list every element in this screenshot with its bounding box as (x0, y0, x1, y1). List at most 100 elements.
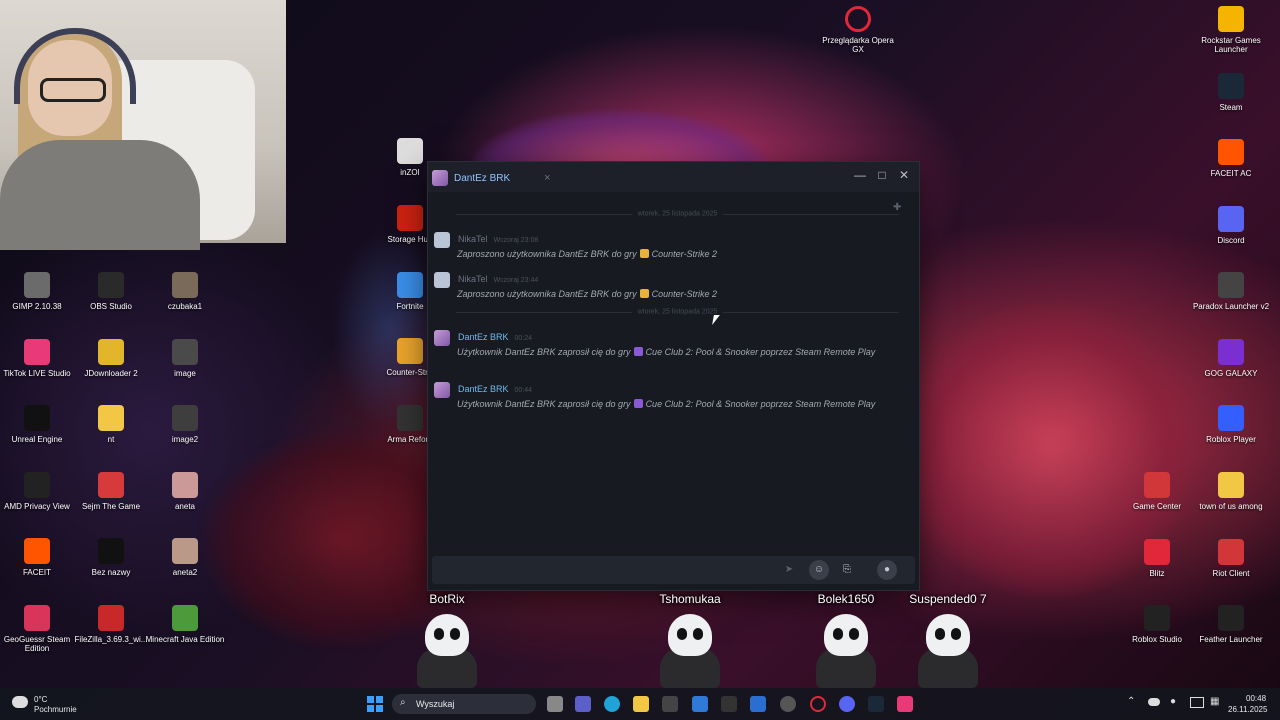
desktop-icon[interactable]: JDownloader 2 (71, 338, 151, 378)
send-icon[interactable]: ➤ (779, 560, 799, 580)
desktop-icon[interactable]: Feather Launcher (1191, 605, 1271, 644)
onedrive-icon[interactable] (1148, 698, 1160, 706)
desktop-icon[interactable]: AMD Privacy View (0, 471, 77, 511)
overlay-player: BotRix (397, 592, 497, 688)
amd-icon (24, 471, 50, 498)
store-icon[interactable] (662, 696, 678, 712)
desktop-icon[interactable]: Game Center (1117, 472, 1197, 511)
desktop-icon-label: Game Center (1132, 502, 1182, 511)
close-button[interactable]: ✕ (893, 166, 915, 184)
message-sender[interactable]: NikaTel Wczoraj 23:44 (458, 274, 538, 284)
desktop-icon-label: Rockstar Games Launcher (1201, 36, 1261, 54)
desktop-icon[interactable]: Unreal Engine (0, 405, 77, 444)
display-icon[interactable] (1190, 697, 1204, 708)
chat-input[interactable]: ➤ ☺ ⎘ ● (432, 556, 915, 584)
taskbar-search-input[interactable]: ⌕ Wyszukaj (392, 694, 536, 714)
network-icon[interactable]: ▦ (1210, 696, 1219, 707)
steam-taskbar-icon[interactable] (868, 696, 884, 712)
google-icon[interactable] (721, 696, 737, 712)
add-friend-icon[interactable]: ✚ (893, 202, 907, 214)
roblox-icon (1218, 405, 1244, 431)
desktop-icon-label: Riot Client (1212, 569, 1250, 578)
edge-icon[interactable] (604, 696, 620, 712)
message-sender[interactable]: DantEz BRK 00:24 (458, 332, 532, 342)
game-name[interactable]: Cue Club 2: Pool & Snooker (646, 347, 759, 357)
close-tab-icon[interactable]: × (544, 172, 550, 184)
webcam-overlay (0, 0, 286, 250)
tray-chevron-icon[interactable]: ⌃ (1127, 696, 1135, 707)
desktop-icon[interactable]: Steam (1191, 73, 1271, 112)
minimize-button[interactable]: — (849, 166, 871, 184)
tiktok-taskbar-icon[interactable] (897, 696, 913, 712)
task-view-icon[interactable] (547, 696, 563, 712)
message-sender[interactable]: DantEz BRK 00:44 (458, 384, 532, 394)
window-controls: — □ ✕ (849, 166, 915, 184)
desktop-icon-label: OBS Studio (90, 302, 132, 311)
weather-widget[interactable]: 0°C Pochmurnie (12, 692, 92, 716)
invite-suffix: poprzez Steam Remote Play (760, 347, 876, 357)
desktop-icon[interactable]: czubaka1 (145, 272, 225, 311)
desktop-icon[interactable]: FACEIT AC (1191, 139, 1271, 178)
game-name[interactable]: Counter-Strike 2 (652, 289, 717, 299)
microphone-icon[interactable]: ● (877, 560, 897, 580)
desktop-icon[interactable]: GOG GALAXY (1191, 339, 1271, 378)
clock-date[interactable]: 26.11.2025 (1228, 705, 1267, 714)
maximize-button[interactable]: □ (871, 166, 893, 184)
image-file-icon (172, 538, 198, 564)
faceit-ac-icon (1218, 139, 1244, 165)
desktop-icon[interactable]: Riot Client (1191, 539, 1271, 578)
riot-icon (1218, 539, 1244, 565)
mail-icon[interactable] (692, 696, 708, 712)
app-icon[interactable] (750, 696, 766, 712)
desktop-icon-opera-gx[interactable]: Przeglądarka Opera GX (818, 6, 898, 54)
message-time: 00:24 (514, 335, 533, 342)
microphone-tray-icon[interactable]: ● (1170, 696, 1176, 707)
desktop-icon[interactable]: image (145, 338, 225, 378)
desktop-icon[interactable]: aneta2 (145, 538, 225, 577)
emoji-icon[interactable]: ☺ (809, 560, 829, 580)
desktop-icon[interactable]: GIMP 2.10.38 (0, 272, 77, 311)
desktop-icon[interactable]: nt (71, 405, 151, 444)
opera-gx-taskbar-icon[interactable] (810, 696, 826, 712)
game-icon (633, 347, 643, 356)
chat-tab-dantez[interactable]: DantEz BRK × (432, 167, 551, 189)
tiktok-icon (24, 338, 50, 365)
sender-name: DantEz BRK (458, 332, 509, 342)
desktop-icon[interactable]: TikTok LIVE Studio (0, 338, 77, 378)
file-explorer-icon[interactable] (633, 696, 649, 712)
desktop-icon[interactable]: image2 (145, 405, 225, 444)
desktop-icon[interactable]: FACEIT (0, 538, 77, 577)
desktop-icon[interactable]: aneta (145, 471, 225, 511)
player-name: Tshomukaa (659, 592, 721, 606)
game-name[interactable]: Cue Club 2: Pool & Snooker (646, 399, 759, 409)
teams-icon[interactable] (575, 696, 591, 712)
message-sender[interactable]: NikaTel Wczoraj 23:08 (458, 234, 538, 244)
desktop-icon[interactable]: Bez nazwy (71, 538, 151, 577)
minecraft-icon (172, 604, 198, 631)
desktop-icon[interactable]: GeoGuessr Steam Edition (0, 604, 77, 653)
arma-icon (397, 405, 423, 431)
desktop-icon[interactable]: OBS Studio (71, 272, 151, 311)
obs-icon (98, 272, 124, 298)
game-name[interactable]: Counter-Strike 2 (652, 249, 717, 259)
paradox-icon (1218, 272, 1244, 298)
desktop-icon[interactable]: Discord (1191, 206, 1271, 245)
settings-icon[interactable] (780, 696, 796, 712)
desktop-icon[interactable]: FileZilla_3.69.3_wi... (71, 604, 151, 644)
desktop-icon[interactable]: Sejm The Game (71, 471, 151, 511)
desktop-icon[interactable]: Blitz (1117, 539, 1197, 578)
discord-taskbar-icon[interactable] (839, 696, 855, 712)
desktop-icon[interactable]: town of us among (1191, 472, 1271, 511)
desktop-icon[interactable]: Paradox Launcher v2 (1191, 272, 1271, 311)
desktop-icon[interactable]: Roblox Player (1191, 405, 1271, 444)
attachment-icon[interactable]: ⎘ (837, 560, 857, 580)
image-file-icon (172, 338, 198, 365)
clock-time[interactable]: 00:48 (1246, 694, 1266, 703)
desktop-icon[interactable]: Roblox Studio (1117, 605, 1197, 644)
message-time: 00:44 (514, 387, 533, 394)
desktop-icon[interactable]: Minecraft Java Edition (145, 604, 225, 644)
windows-start-icon[interactable] (367, 696, 383, 712)
game-icon (639, 289, 649, 298)
desktop-icon[interactable]: Rockstar Games Launcher (1191, 6, 1271, 54)
desktop-icon-label: GeoGuessr Steam Edition (3, 634, 71, 653)
